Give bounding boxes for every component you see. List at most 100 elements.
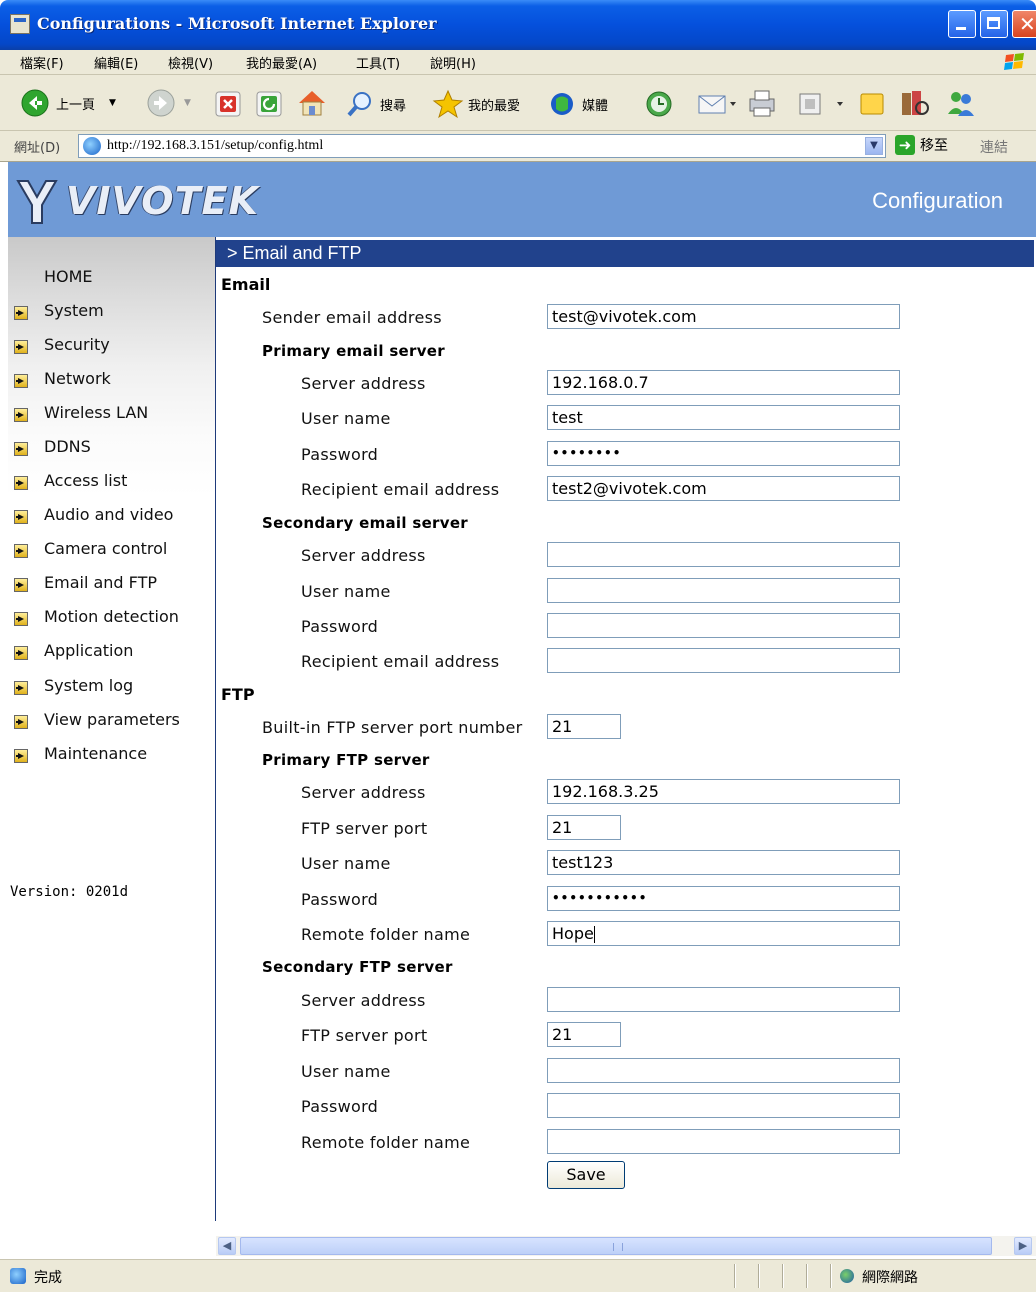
section-title: > Email and FTP [227,243,362,263]
secondary-email-server-address-input[interactable] [547,542,900,567]
sidebar-item-label: DDNS [44,437,91,456]
research-icon[interactable] [898,88,930,118]
arrow-icon [14,544,28,558]
links-button[interactable]: 連結 [980,137,1008,157]
page-header: VIVOTEK Configuration [8,162,1036,237]
address-bar: 網址(D) http://192.168.3.151/setup/config.… [0,131,1036,162]
media-label: 媒體 [582,98,609,114]
close-button[interactable]: ✕ [1012,10,1036,38]
menu-bar: 檔案(F) 編輯(E) 檢視(V) 我的最愛(A) 工具(T) 說明(H) [0,50,1036,75]
primary-email-recipient-input[interactable]: test2@vivotek.com [547,476,900,501]
page-icon [83,137,101,155]
history-icon[interactable] [644,90,674,118]
menu-help[interactable]: 說明(H) [430,53,476,72]
primary-ftp-folder-input[interactable]: Hope [547,921,900,946]
primary-ftp-server-address-input[interactable]: 192.168.3.25 [547,779,900,804]
star-icon [432,89,464,119]
email-heading: Email [221,275,271,294]
primary-email-password-input[interactable]: •••••••• [547,441,900,466]
security-zone-text: 網際網路 [862,1270,918,1286]
status-bar: 完成 網際網路 [0,1259,1036,1292]
arrow-icon [14,646,28,660]
secondary-email-user-name-input[interactable] [547,578,900,603]
save-button[interactable]: Save [547,1161,625,1189]
menu-view[interactable]: 檢視(V) [168,53,213,72]
address-dropdown-icon[interactable]: ▼ [865,137,883,155]
status-divider [734,1264,735,1288]
vivotek-mark-icon [16,180,58,224]
logo-text: VIVOTEK [66,179,259,223]
back-dropdown-icon: ▼ [109,98,116,108]
builtin-ftp-port-input[interactable]: 21 [547,714,621,739]
ftp-heading: FTP [221,685,255,704]
sidebar: HOME System Security Network Wireless LA… [8,237,215,1236]
menu-tools[interactable]: 工具(T) [356,53,400,72]
forward-button[interactable]: ▼ [146,88,191,118]
arrow-icon [14,340,28,354]
scrollbar-thumb[interactable] [240,1237,992,1255]
primary-email-server-address-input[interactable]: 192.168.0.7 [547,370,900,395]
minimize-button[interactable] [948,10,976,38]
sidebar-item-label: System [44,301,104,320]
primary-ftp-password-label: Password [301,890,379,909]
primary-ftp-password-input[interactable]: ••••••••••• [547,886,900,911]
stop-icon[interactable] [215,91,241,117]
secondary-ftp-user-name-input[interactable] [547,1058,900,1083]
primary-ftp-user-name-input[interactable]: test123 [547,850,900,875]
primary-ftp-port-input[interactable]: 21 [547,815,621,840]
arrow-icon [14,510,28,524]
primary-ftp-folder-value: Hope [552,924,594,943]
sidebar-item-label: Security [44,335,110,354]
mail-icon[interactable] [696,90,738,118]
secondary-ftp-port-input[interactable]: 21 [547,1022,621,1047]
edit-icon[interactable] [798,92,848,116]
menu-file[interactable]: 檔案(F) [20,53,64,72]
secondary-ftp-server-address-input[interactable] [547,987,900,1012]
refresh-icon[interactable] [256,91,282,117]
search-icon [347,92,371,117]
menu-edit[interactable]: 編輯(E) [94,53,138,72]
media-button[interactable]: 媒體 [548,90,608,118]
sidebar-item-label: Maintenance [44,744,148,763]
scroll-left-button[interactable]: ◀ [218,1237,236,1255]
discuss-icon[interactable] [858,90,888,118]
secondary-ftp-folder-input[interactable] [547,1129,900,1154]
secondary-email-password-input[interactable] [547,613,900,638]
go-label: 移至 [920,138,948,154]
favorites-button[interactable]: 我的最愛 [432,89,520,119]
print-icon[interactable] [746,88,778,118]
primary-email-server-address-label: Server address [301,374,426,393]
section-header: > Email and FTP [216,240,1034,267]
favorites-label: 我的最愛 [468,98,521,114]
back-button[interactable]: 上一頁 ▼ [20,88,116,118]
sidebar-item-label: HOME [44,267,93,286]
address-url: http://192.168.3.151/setup/config.html [107,138,324,153]
address-input[interactable]: http://192.168.3.151/setup/config.html ▼ [78,134,886,158]
secondary-ftp-server-heading: Secondary FTP server [262,958,453,976]
primary-ftp-user-name-label: User name [301,854,391,873]
firmware-version: Version: 0201d [10,884,129,900]
arrow-icon [14,715,28,729]
primary-email-user-name-input[interactable]: test [547,405,900,430]
primary-email-password-label: Password [301,445,379,464]
search-button[interactable]: 搜尋 [346,90,406,118]
secondary-email-recipient-input[interactable] [547,648,900,673]
scroll-right-button[interactable]: ▶ [1014,1237,1032,1255]
sidebar-item-label: Access list [44,471,128,490]
menu-favorites[interactable]: 我的最愛(A) [246,53,317,72]
arrow-icon [14,374,28,388]
messenger-icon[interactable] [944,88,978,118]
horizontal-scrollbar[interactable]: ◀ ▶ [216,1236,1036,1256]
home-icon[interactable] [296,88,328,118]
primary-email-recipient-label: Recipient email address [301,480,500,499]
sidebar-item-label: Email and FTP [44,573,158,592]
secondary-ftp-password-input[interactable] [547,1093,900,1118]
address-label: 網址(D) [14,141,61,156]
primary-ftp-folder-label: Remote folder name [301,925,471,944]
secondary-ftp-server-address-label: Server address [301,991,426,1010]
sender-email-input[interactable]: test@vivotek.com [547,304,900,329]
arrow-icon [14,749,28,763]
go-button[interactable]: ➜ 移至 [895,135,948,155]
maximize-button[interactable] [980,10,1008,38]
media-icon [551,93,573,115]
